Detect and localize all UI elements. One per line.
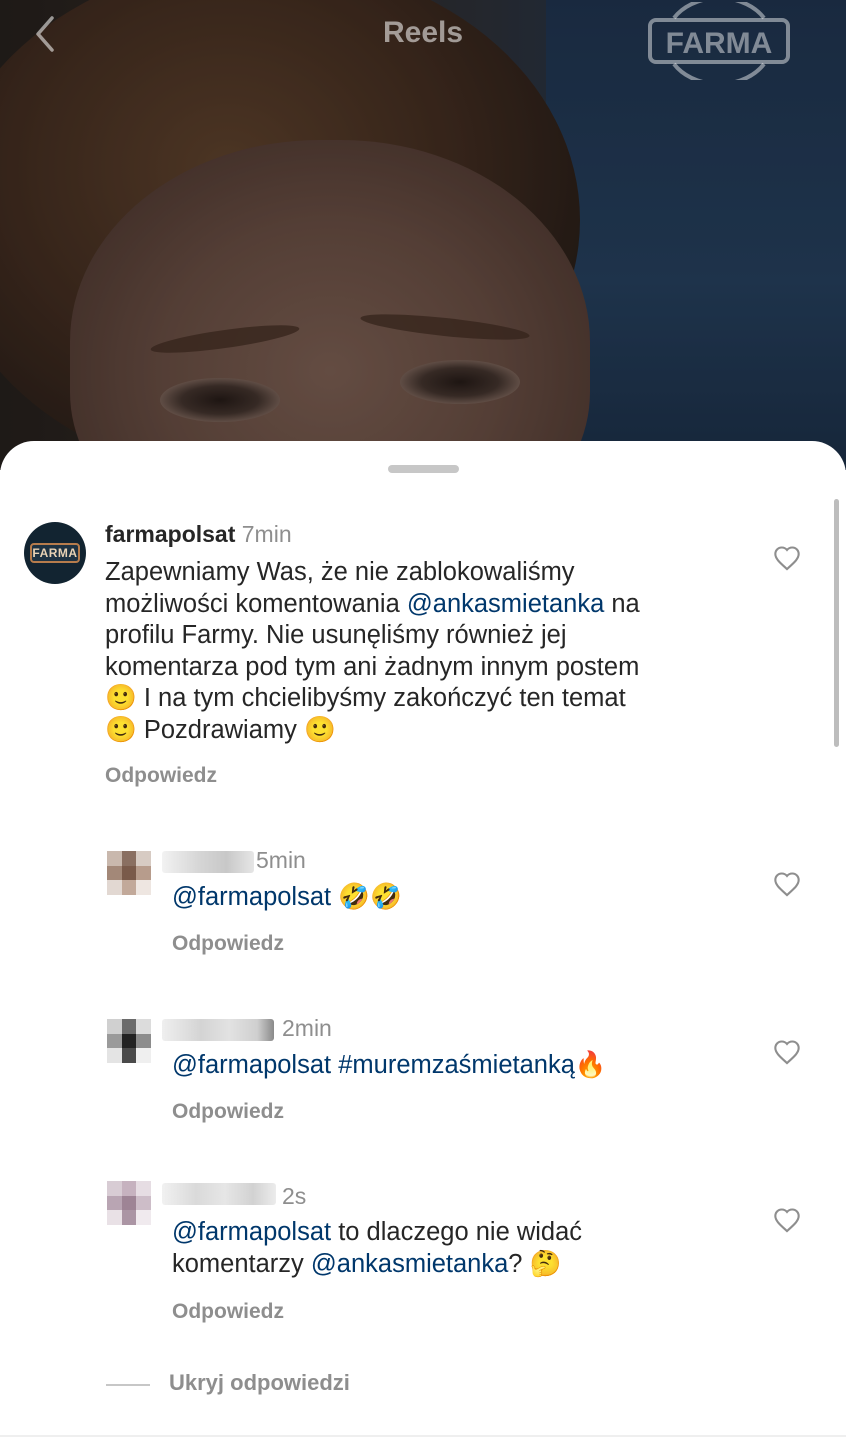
sheet-drag-handle[interactable] xyxy=(388,465,459,473)
reply-button[interactable]: Odpowiedz xyxy=(172,1300,284,1324)
comment-username[interactable]: farmapolsat xyxy=(105,521,235,547)
comment-time: 5min xyxy=(256,847,306,873)
thinking-emoji: 🤔 xyxy=(529,1249,562,1278)
like-button[interactable] xyxy=(773,871,801,897)
reels-top-bar: Reels FARMA xyxy=(0,0,846,86)
comments-sheet: FARMA farmapolsat 7min Zapewniamy Was, ż… xyxy=(0,441,846,1439)
avatar[interactable] xyxy=(107,851,151,895)
scrollbar[interactable] xyxy=(834,499,839,747)
comment-meta: 5min xyxy=(256,845,306,875)
comment-meta: 2s xyxy=(282,1181,306,1211)
avatar[interactable] xyxy=(107,1181,151,1225)
like-button[interactable] xyxy=(773,545,801,571)
blurred-username xyxy=(162,1019,274,1041)
farma-logo: FARMA xyxy=(646,0,792,86)
avatar[interactable]: FARMA xyxy=(24,522,86,584)
comment-time: 7min xyxy=(241,521,292,547)
like-button[interactable] xyxy=(773,1039,801,1065)
divider xyxy=(0,1435,846,1437)
reply-button[interactable]: Odpowiedz xyxy=(105,764,217,788)
comment-time: 2s xyxy=(282,1183,307,1209)
like-button[interactable] xyxy=(773,1207,801,1233)
heart-outline-icon xyxy=(774,1040,800,1065)
fire-emoji: 🔥 xyxy=(574,1051,607,1079)
comment-text: @farmapolsat to dlaczego nie widać komen… xyxy=(172,1218,583,1278)
mention-link[interactable]: @farmapolsat xyxy=(172,1218,331,1246)
mention-link[interactable]: @farmapolsat xyxy=(172,883,331,911)
heart-outline-icon xyxy=(774,546,800,571)
reply-button[interactable]: Odpowiedz xyxy=(172,932,284,956)
smile-emoji: 🙂 xyxy=(304,715,336,744)
comment-text: @farmapolsat #muremzaśmietanką🔥 xyxy=(172,1050,607,1082)
comment-meta: farmapolsat 7min xyxy=(105,519,292,549)
mention-link[interactable]: @farmapolsat xyxy=(172,1051,331,1079)
hide-replies-button[interactable]: Ukryj odpowiedzi xyxy=(106,1370,426,1400)
hide-replies-label: Ukryj odpowiedzi xyxy=(169,1370,350,1395)
comment-time: 2min xyxy=(282,1015,332,1041)
comment-text: @farmapolsat 🤣🤣 xyxy=(172,882,402,914)
divider xyxy=(106,1384,150,1386)
comment-text: Zapewniamy Was, że nie zablokowaliśmy mo… xyxy=(105,558,640,744)
avatar[interactable] xyxy=(107,1019,151,1063)
smile-emoji: 🙂 xyxy=(105,684,137,712)
laughing-emoji: 🤣🤣 xyxy=(338,883,402,911)
mention-link[interactable]: @ankasmietanka xyxy=(311,1250,508,1278)
blurred-username xyxy=(162,1183,276,1205)
blurred-username xyxy=(162,851,254,873)
comment-meta: 2min xyxy=(282,1013,332,1043)
heart-outline-icon xyxy=(774,872,800,897)
reply-button[interactable]: Odpowiedz xyxy=(172,1100,284,1124)
mention-link[interactable]: @ankasmietanka xyxy=(407,590,604,618)
hashtag-link[interactable]: #muremzaśmietanką xyxy=(338,1051,575,1079)
smile-emoji: 🙂 xyxy=(105,715,137,744)
heart-outline-icon xyxy=(774,1208,800,1233)
farma-logo-text: FARMA xyxy=(666,27,773,60)
